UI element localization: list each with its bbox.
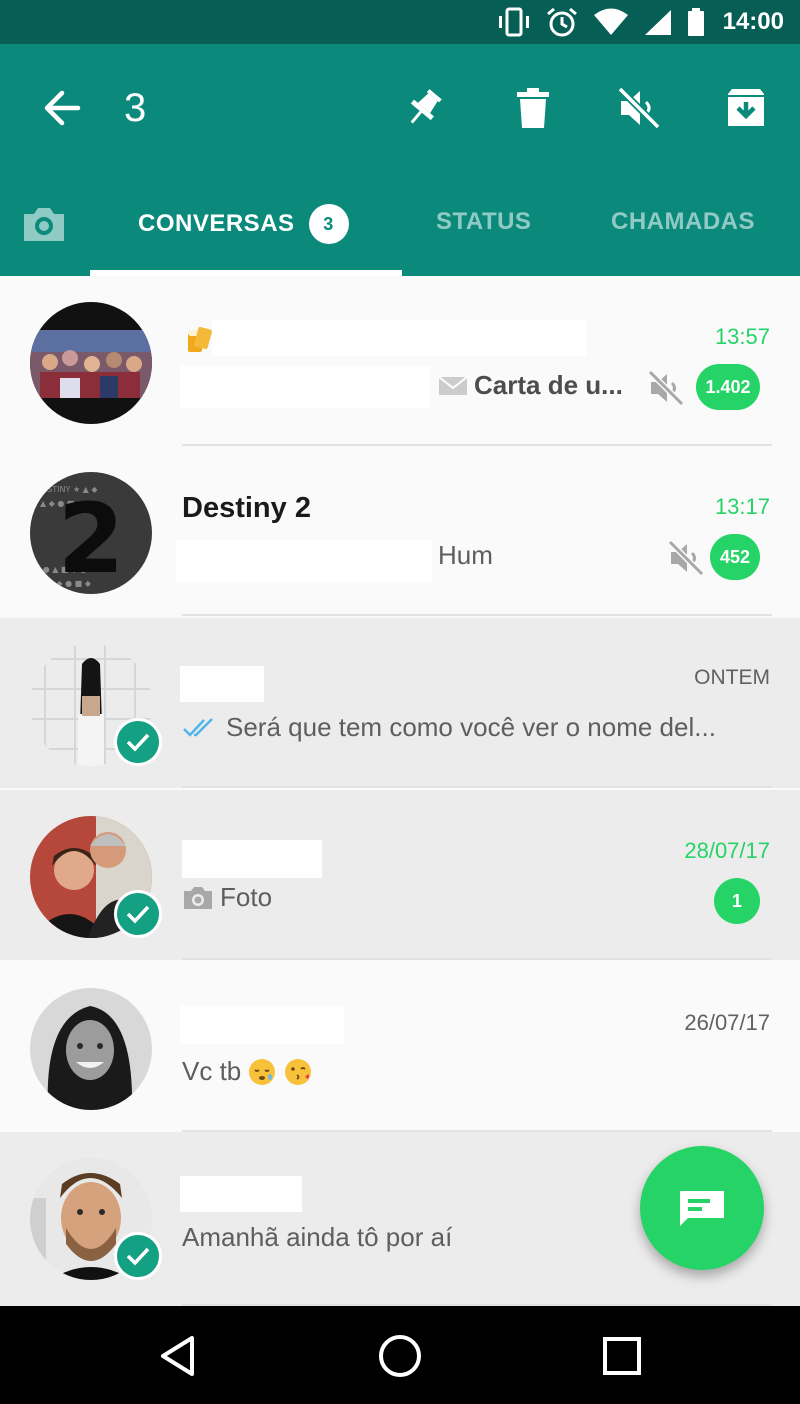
selected-check-icon: [114, 890, 162, 938]
redacted-name: [180, 666, 264, 702]
chat-preview-text: Será que tem como você ver o nome del...: [226, 712, 716, 742]
redacted-name: [180, 1006, 344, 1044]
wifi-icon: [593, 8, 628, 35]
chat-preview: Será que tem como você ver o nome del...: [182, 712, 716, 743]
chat-row[interactable]: 28/07/17 Foto 1: [0, 790, 800, 960]
chat-preview: Vc tb: [182, 1056, 313, 1087]
battery-icon: [687, 8, 704, 36]
chat-time: ONTEM: [694, 666, 770, 689]
avatar: [30, 988, 152, 1110]
navigation-bar: [0, 1306, 800, 1404]
back-button[interactable]: [30, 76, 94, 140]
unread-badge: 452: [709, 534, 760, 580]
avatar: [30, 302, 152, 424]
tab-conversas-label: CONVERSAS: [138, 210, 295, 237]
archive-icon: [728, 89, 764, 126]
pin-button[interactable]: [392, 76, 456, 140]
signal-icon: [644, 10, 671, 35]
tab-conversas[interactable]: CONVERSAS 3: [138, 204, 349, 244]
mute-button[interactable]: [607, 76, 671, 140]
selected-check-icon: [114, 1232, 162, 1280]
chat-preview: Amanhã ainda tô por aí: [182, 1222, 452, 1253]
muted-icon: [667, 539, 705, 577]
selected-check-icon: [114, 718, 162, 766]
tab-chamadas-label: CHAMADAS: [611, 208, 755, 235]
delete-icon: [517, 88, 549, 128]
recents-square-icon: [603, 1337, 641, 1375]
pin-icon: [410, 89, 442, 124]
nav-back-button[interactable]: [148, 1326, 208, 1386]
chat-time: 13:57: [714, 324, 770, 349]
new-chat-button[interactable]: [640, 1146, 764, 1270]
camera-icon: [24, 208, 64, 241]
unread-badge: 1: [714, 878, 760, 924]
mute-icon: [617, 86, 661, 130]
chat-name: Destiny 2: [182, 492, 311, 524]
chat-preview-text: Foto: [220, 882, 273, 912]
status-time: 14:00: [722, 8, 784, 35]
muted-icon: [647, 369, 685, 407]
tab-status-label: STATUS: [436, 208, 532, 235]
tab-chamadas[interactable]: CHAMADAS: [611, 204, 755, 240]
avatar: DESTINY ★ ▲ ◆ ▲ ◆ ● ■ ◆ ▲ ◆ ● ▲ ■ ◆ ● ★ ▲ …: [30, 472, 152, 594]
status-bar: 14:00: [0, 0, 800, 44]
svg-text:2: 2: [58, 483, 125, 594]
tab-camera[interactable]: [12, 192, 76, 256]
chat-preview: Carta de u...: [438, 370, 623, 401]
envelope-icon: [438, 375, 468, 395]
redacted-name: [182, 840, 322, 878]
chat-time: 28/07/17: [684, 838, 770, 863]
sleepy-face-icon: [249, 1058, 276, 1085]
chat-row[interactable]: 13:57 Carta de u... 1.402: [0, 276, 800, 446]
camera-icon: [184, 886, 212, 909]
delete-button[interactable]: [501, 76, 565, 140]
app-bar: 3 CONVERSAS 3 STATUS CHAMADAS: [0, 44, 800, 276]
redacted-name: [180, 1176, 302, 1212]
chat-preview: Foto: [182, 882, 272, 913]
status-icons: 14:00: [497, 0, 784, 44]
home-circle-icon: [379, 1335, 421, 1377]
chat-time: 13:17: [714, 494, 770, 519]
archive-button[interactable]: [714, 76, 778, 140]
tab-conversas-badge: 3: [308, 204, 349, 244]
redacted-name: [212, 320, 586, 356]
chat-row[interactable]: DESTINY ★ ▲ ◆ ▲ ◆ ● ■ ◆ ▲ ◆ ● ▲ ■ ◆ ● ★ ▲ …: [0, 446, 800, 616]
tab-bar: CONVERSAS 3 STATUS CHAMADAS: [0, 192, 800, 276]
selection-toolbar: 3: [0, 44, 800, 172]
chat-preview: Hum: [438, 540, 493, 571]
selected-count: 3: [124, 86, 147, 130]
chat-time: 26/07/17: [684, 1010, 770, 1035]
chat-row[interactable]: 26/07/17 Vc tb: [0, 962, 800, 1132]
vibrate-icon: [498, 7, 529, 37]
unread-badge: 1.402: [696, 364, 760, 410]
chat-preview-text: Vc tb: [182, 1056, 242, 1086]
tab-status[interactable]: STATUS: [436, 204, 531, 240]
double-check-icon: [183, 717, 213, 737]
beer-emoji-icon: [188, 326, 212, 352]
alarm-icon: [546, 7, 577, 37]
divider: [182, 614, 772, 616]
chat-preview-text: Carta de u...: [474, 370, 623, 400]
nav-home-button[interactable]: [370, 1326, 430, 1386]
back-triangle-icon: [161, 1336, 194, 1376]
divider: [182, 786, 772, 788]
back-arrow-icon: [44, 90, 81, 126]
new-chat-icon: [680, 1191, 724, 1226]
kissing-face-icon: [285, 1058, 312, 1085]
chat-preview-text: Amanhã ainda tô por aí: [182, 1222, 453, 1252]
redacted-sender: [180, 366, 430, 408]
chat-preview-text: Hum: [438, 540, 493, 570]
divider: [182, 958, 772, 960]
chat-row[interactable]: ONTEM Será que tem como você ver o nome …: [0, 618, 800, 788]
nav-recents-button[interactable]: [592, 1326, 652, 1386]
redacted-sender: [176, 540, 432, 582]
